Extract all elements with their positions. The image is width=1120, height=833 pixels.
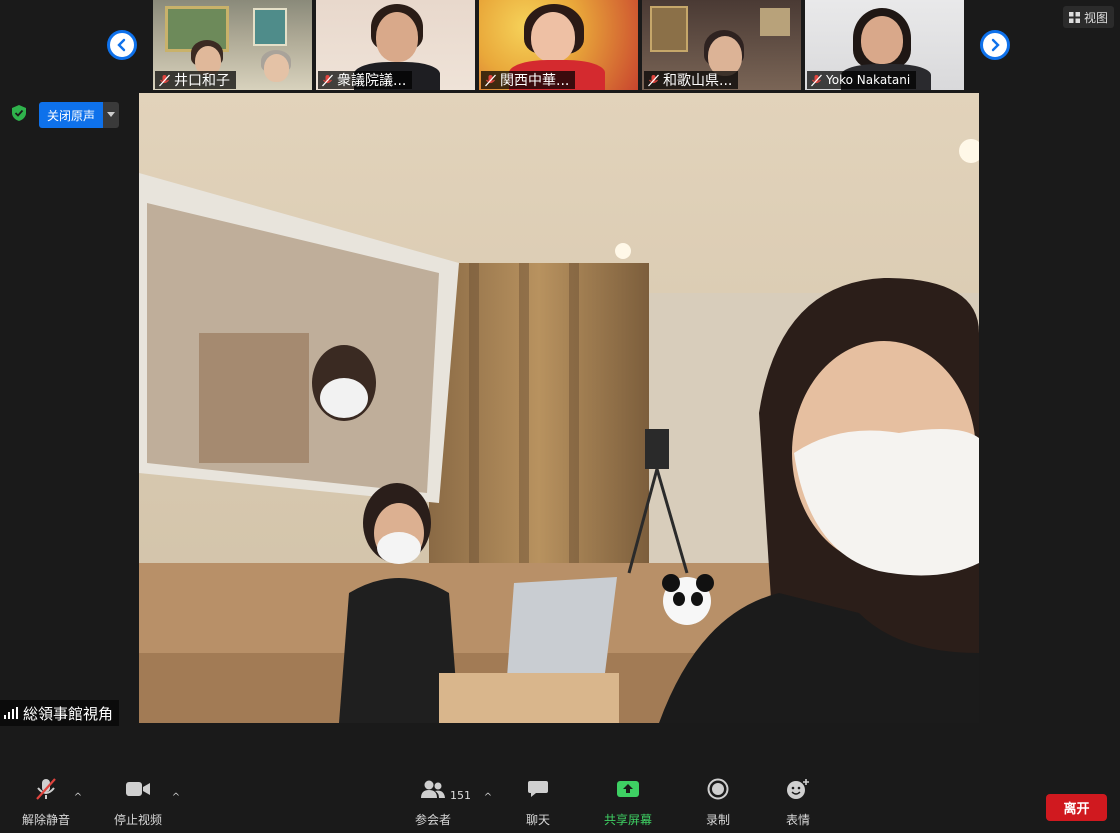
mic-muted-icon (321, 74, 334, 87)
unmute-button[interactable]: 解除静音 (18, 770, 74, 833)
caret-up-icon: ^ (73, 792, 83, 803)
original-sound-control[interactable]: 关闭原声 (39, 102, 120, 128)
caret-down-icon (107, 112, 116, 117)
chevron-right-icon (991, 38, 1000, 52)
record-button[interactable]: 录制 (698, 770, 738, 833)
emoji-add-icon (787, 779, 809, 799)
share-screen-label: 共享屏幕 (603, 813, 652, 827)
record-icon (707, 778, 729, 800)
mic-muted-icon (484, 74, 497, 87)
record-label: 录制 (705, 813, 730, 827)
stop-video-label: 停止视频 (113, 813, 162, 827)
unmute-label: 解除静音 (21, 813, 70, 827)
speaker-name-label: 総領事館視角 (0, 700, 120, 726)
participant-name: 井口和子 (174, 73, 230, 89)
leave-button[interactable]: 离开 (1046, 794, 1107, 821)
meeting-toolbar: 解除静音 ^ 停止视频 ^ 参会者 ^ 聊天 共享屏幕 录制 表情 (0, 770, 1120, 833)
reactions-button[interactable]: 表情 (778, 770, 818, 833)
next-page-button[interactable] (980, 30, 1010, 60)
participant-name: Yoko Nakatani (826, 73, 911, 87)
caret-up-icon: ^ (171, 792, 181, 803)
participant-name: 関西中華... (500, 73, 570, 89)
caret-up-icon: ^ (483, 792, 493, 803)
mic-muted-icon (810, 74, 823, 87)
participant-name-tag: 衆議院議... (318, 71, 413, 89)
view-button[interactable]: 视图 (1062, 6, 1114, 28)
original-sound-dropdown[interactable] (103, 102, 120, 128)
main-speaker-video (139, 93, 979, 723)
participant-name-tag: 和歌山県... (644, 71, 739, 89)
participants-icon (421, 780, 445, 798)
participant-thumbnail[interactable]: 井口和子 (153, 0, 312, 90)
participant-thumbnail[interactable]: Yoko Nakatani (805, 0, 964, 90)
security-shield-icon[interactable] (10, 104, 28, 122)
participant-name: 衆議院議... (337, 73, 407, 89)
share-screen-button[interactable]: 共享屏幕 (598, 770, 658, 833)
participant-name-tag: 井口和子 (155, 71, 236, 89)
audio-options-button[interactable]: ^ (70, 770, 86, 833)
participant-name-tag: Yoko Nakatani (807, 71, 917, 89)
video-options-button[interactable]: ^ (168, 770, 184, 833)
view-label: 视图 (1083, 10, 1108, 25)
signal-strength-icon (4, 707, 18, 719)
prev-page-button[interactable] (107, 30, 137, 60)
original-sound-button[interactable]: 关闭原声 (39, 102, 104, 128)
share-screen-icon (617, 781, 639, 797)
chat-icon (528, 781, 548, 797)
mic-muted-icon (36, 778, 56, 800)
participant-thumbnail[interactable]: 和歌山県... (642, 0, 801, 90)
chat-button[interactable]: 聊天 (518, 770, 558, 833)
chevron-left-icon (117, 38, 126, 52)
mic-muted-icon (158, 74, 171, 87)
grid-icon (1068, 11, 1080, 23)
speaker-name: 総領事館視角 (23, 704, 114, 723)
video-scene (139, 93, 979, 723)
stop-video-button[interactable]: 停止视频 (110, 770, 166, 833)
participants-options-button[interactable]: ^ (480, 770, 496, 833)
participant-thumbnail[interactable]: 関西中華... (479, 0, 638, 90)
participants-count: 151 (450, 789, 471, 802)
mic-muted-icon (647, 74, 660, 87)
video-camera-icon (126, 782, 150, 796)
participant-thumbnail[interactable]: 衆議院議... (316, 0, 475, 90)
chat-label: 聊天 (525, 813, 550, 827)
participant-name-tag: 関西中華... (481, 71, 576, 89)
participants-label: 参会者 (414, 813, 451, 827)
participant-name: 和歌山県... (663, 73, 733, 89)
reactions-label: 表情 (785, 813, 810, 827)
